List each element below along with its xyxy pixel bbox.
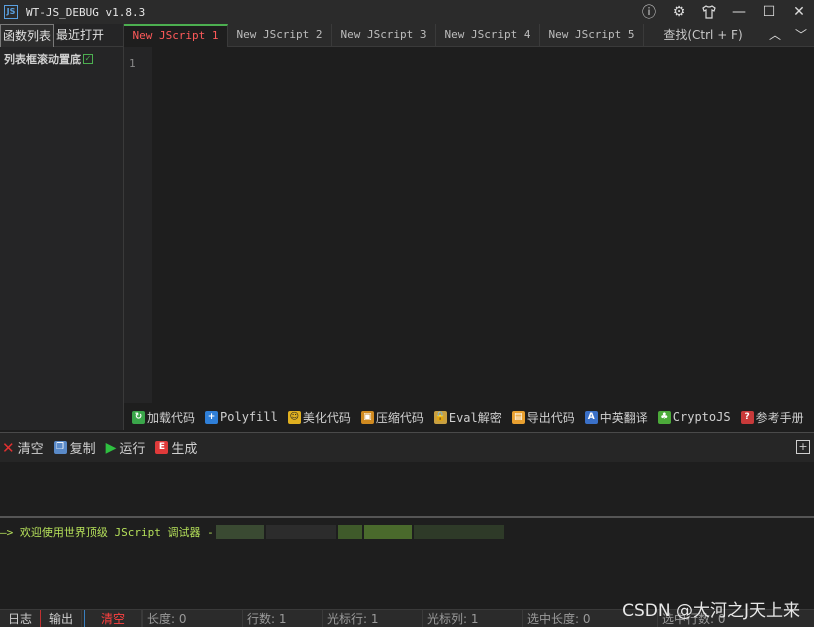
tab-new-jscript-2[interactable]: New JScript 2 bbox=[228, 24, 332, 47]
crypto-leaf-icon: ♣ bbox=[657, 410, 671, 424]
translate-button[interactable]: A 中英翻译 bbox=[584, 409, 648, 426]
cryptojs-label: CryptoJS bbox=[672, 410, 731, 424]
translate-icon: A bbox=[584, 410, 598, 424]
run-input-area[interactable] bbox=[0, 462, 814, 518]
tab-new-jscript-4[interactable]: New JScript 4 bbox=[436, 24, 540, 47]
redacted-block bbox=[265, 525, 336, 539]
length-readout: 长度: 0 bbox=[142, 609, 242, 627]
tab-new-jscript-1[interactable]: New JScript 1 bbox=[124, 24, 228, 47]
run-button[interactable]: ▶ 运行 bbox=[105, 438, 146, 458]
reference-manual-button[interactable]: ? 参考手册 bbox=[740, 409, 804, 426]
run-toolbar: ✕ 清空 ❐ 复制 ▶ 运行 E 生成 bbox=[0, 432, 814, 462]
settings-gear-icon[interactable]: ⚙ bbox=[664, 0, 694, 24]
load-code-label: 加载代码 bbox=[147, 410, 196, 425]
tab-recent-files[interactable]: 最近打开 bbox=[54, 24, 106, 47]
chevron-up-icon[interactable]: ︿ bbox=[762, 24, 788, 47]
lock-icon: 🔒 bbox=[433, 410, 447, 424]
beautify-code-button[interactable]: ☺ 美化代码 bbox=[287, 409, 351, 426]
eval-decrypt-label: Eval解密 bbox=[448, 410, 502, 425]
load-code-button[interactable]: ↻ 加载代码 bbox=[132, 409, 195, 426]
compress-box-icon: ▣ bbox=[360, 410, 374, 424]
watermark: CSDN @大河之J天上来 bbox=[622, 601, 800, 621]
app-logo-icon: JS bbox=[4, 5, 18, 19]
play-icon: ▶ bbox=[105, 439, 117, 456]
redacted-block bbox=[413, 525, 504, 539]
line-number: 1 bbox=[129, 57, 136, 70]
info-icon[interactable]: ⓘ bbox=[634, 0, 664, 24]
title-bar: JS WT-JS_DEBUG v1.8.3 ⓘ ⚙ — ☐ ✕ bbox=[0, 0, 814, 24]
checkbox-checked-icon[interactable]: ✓ bbox=[83, 54, 93, 64]
redacted-block bbox=[363, 525, 412, 539]
output-console: —> 欢迎使用世界顶级 JScript 调试器 - bbox=[0, 520, 814, 608]
export-code-button[interactable]: ▤ 导出代码 bbox=[511, 409, 575, 426]
generate-button[interactable]: E 生成 bbox=[155, 438, 197, 457]
copy-button[interactable]: ❐ 复制 bbox=[53, 438, 96, 457]
scroll-bottom-label: 列表框滚动置底 bbox=[4, 53, 81, 66]
help-book-icon: ? bbox=[740, 410, 754, 424]
plus-square-icon: + bbox=[205, 410, 219, 424]
cryptojs-button[interactable]: ♣ CryptoJS bbox=[657, 410, 731, 424]
tab-output[interactable]: 输出 bbox=[41, 609, 83, 627]
maximize-icon[interactable]: ☐ bbox=[754, 0, 784, 24]
eval-decrypt-button[interactable]: 🔒 Eval解密 bbox=[433, 409, 502, 426]
chevron-down-icon[interactable]: ﹀ bbox=[788, 24, 814, 47]
status-clear-button[interactable]: 清空 bbox=[84, 609, 143, 627]
polyfill-label: Polyfill bbox=[220, 410, 278, 424]
compress-code-button[interactable]: ▣ 压缩代码 bbox=[360, 409, 424, 426]
redacted-block bbox=[337, 525, 362, 539]
export-code-label: 导出代码 bbox=[526, 410, 575, 425]
copy-icon: ❐ bbox=[53, 441, 67, 454]
run-label: 运行 bbox=[119, 442, 146, 457]
cursor-row-readout: 光标行: 1 bbox=[322, 609, 422, 627]
generate-e-icon: E bbox=[155, 441, 169, 454]
skin-shirt-icon[interactable] bbox=[694, 0, 724, 24]
expand-plus-icon[interactable]: + bbox=[796, 440, 810, 454]
clear-button[interactable]: ✕ 清空 bbox=[2, 438, 44, 458]
refresh-icon: ↻ bbox=[132, 410, 145, 424]
editor-tab-bar: New JScript 1 New JScript 2 New JScript … bbox=[124, 24, 814, 47]
tab-log[interactable]: 日志 bbox=[0, 609, 42, 627]
code-editor[interactable] bbox=[152, 47, 814, 403]
sidebar: 函数列表 最近打开 列表框滚动置底 ✓ bbox=[0, 24, 124, 430]
generate-label: 生成 bbox=[171, 442, 198, 457]
welcome-message: —> 欢迎使用世界顶级 JScript 调试器 - bbox=[0, 526, 214, 539]
beautify-code-label: 美化代码 bbox=[302, 410, 351, 425]
tab-new-jscript-3[interactable]: New JScript 3 bbox=[332, 24, 436, 47]
window-title: WT-JS_DEBUG v1.8.3 bbox=[26, 5, 146, 19]
smiley-icon: ☺ bbox=[287, 410, 301, 424]
polyfill-button[interactable]: + Polyfill bbox=[205, 410, 278, 424]
rows-readout: 行数: 1 bbox=[242, 609, 322, 627]
cursor-col-readout: 光标列: 1 bbox=[422, 609, 522, 627]
translate-label: 中英翻译 bbox=[599, 410, 648, 425]
line-number-gutter: 1 bbox=[124, 47, 152, 403]
tab-new-jscript-5[interactable]: New JScript 5 bbox=[540, 24, 644, 47]
editor-toolbar: ↻ 加载代码 + Polyfill ☺ 美化代码 ▣ 压缩代码 🔒 Eval解密… bbox=[124, 403, 814, 431]
close-icon[interactable]: ✕ bbox=[784, 0, 814, 24]
clear-x-icon: ✕ bbox=[2, 438, 15, 457]
scroll-bottom-checkbox[interactable]: 列表框滚动置底 ✓ bbox=[4, 51, 123, 67]
tab-function-list[interactable]: 函数列表 bbox=[0, 24, 55, 47]
export-box-icon: ▤ bbox=[511, 410, 525, 424]
find-button[interactable]: 查找(Ctrl + F) bbox=[644, 24, 762, 47]
compress-code-label: 压缩代码 bbox=[375, 410, 424, 425]
copy-label: 复制 bbox=[69, 442, 96, 457]
minimize-icon[interactable]: — bbox=[724, 0, 754, 24]
reference-manual-label: 参考手册 bbox=[755, 410, 804, 425]
clear-label: 清空 bbox=[17, 442, 44, 457]
redacted-block bbox=[215, 525, 264, 539]
